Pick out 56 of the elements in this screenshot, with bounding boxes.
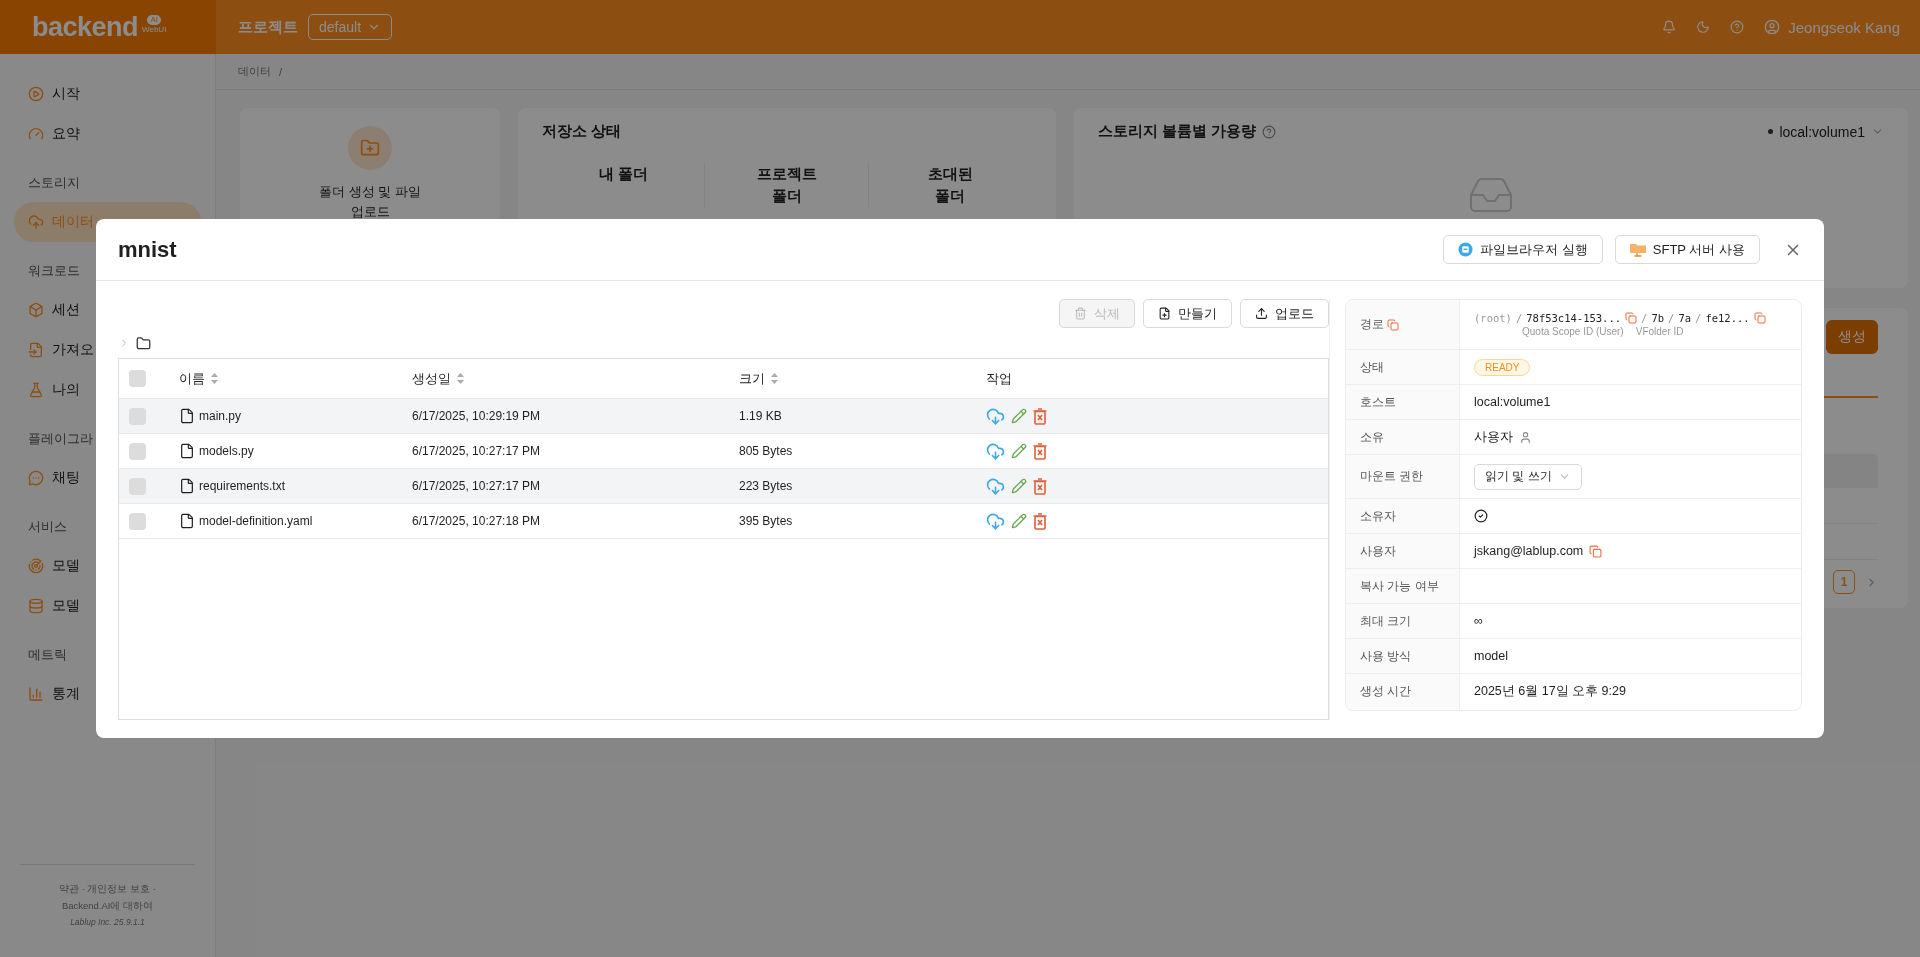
size-cell-text: 223 Bytes [738, 479, 794, 493]
detail-label: 복사 가능 여부 [1360, 577, 1439, 595]
created-cell-text: 6/17/2025, 10:27:17 PM [411, 444, 542, 458]
size-cell-text: 1.19 KB [738, 409, 783, 423]
project-label: 프로젝트 [238, 17, 298, 37]
status-badge: READY [1474, 358, 1531, 376]
sidebar-section-title: 메트릭 [28, 647, 67, 664]
path-caption: VFolder ID [1635, 326, 1684, 337]
created-cell-text: 6/17/2025, 10:27:18 PM [411, 514, 542, 528]
detail-value: jskang@lablup.com [1474, 544, 1584, 558]
detail-label: 호스트 [1360, 393, 1396, 411]
detail-value: local:volume1 [1474, 395, 1551, 409]
detail-value: ∞ [1474, 614, 1483, 628]
stat-heading: 내 폴더 [542, 163, 706, 207]
path-id-text: 7b [1651, 312, 1665, 324]
card-title: 스토리지 볼륨별 가용량 [1098, 122, 1257, 141]
path-caption: Quota Scope ID (User) [1522, 326, 1624, 337]
create-label: 폴더 생성 및 파일 업로드 [318, 183, 422, 221]
detail-label: 생성 시간 [1360, 683, 1412, 700]
created-cell-text: 6/17/2025, 10:27:17 PM [411, 479, 542, 493]
path-id-text: fe12... [1705, 312, 1750, 324]
sidebar-section-title: 플레이그라 [28, 431, 93, 448]
detail-value: 사용자 [1474, 428, 1513, 446]
path-separator: / [1668, 312, 1675, 324]
column-header: 이름 [179, 369, 205, 388]
detail-value: model [1474, 649, 1509, 663]
card-title: 저장소 상태 [542, 122, 622, 139]
path-root-text: (root) [1474, 312, 1512, 324]
column-header: 생성일 [412, 369, 451, 388]
detail-label: 사용자 [1360, 542, 1396, 560]
detail-label: 소유자 [1360, 507, 1396, 525]
company-version: Lablup Inc. 25.9.1.1 [70, 917, 145, 927]
size-cell-text: 395 Bytes [738, 514, 794, 528]
column-header: 크기 [739, 369, 765, 388]
detail-label: 최대 크기 [1360, 612, 1412, 630]
path-separator: / [1695, 312, 1702, 324]
path-separator: / [1641, 312, 1648, 324]
size-cell-text: 805 Bytes [738, 444, 794, 458]
detail-label: 사용 방식 [1360, 647, 1412, 665]
breadcrumb-separator: / [279, 65, 283, 78]
detail-label: 마운트 권한 [1360, 468, 1424, 485]
sidebar-section-title: 워크로드 [28, 263, 80, 280]
stat-heading: 초대된 폴더 [926, 164, 974, 206]
path-separator: / [1515, 312, 1523, 324]
path-id-text: 7a [1678, 312, 1692, 324]
path-id-text: 78f53c14-153... [1526, 312, 1622, 324]
sidebar-section-title: 스토리지 [28, 175, 80, 192]
detail-label: 경로 [1360, 316, 1384, 333]
stat-heading: 프로젝트 폴더 [705, 163, 869, 207]
sidebar-section-title: 서비스 [28, 519, 67, 536]
detail-value: 2025년 6월 17일 오후 9:29 [1474, 683, 1626, 700]
detail-label: 소유 [1360, 428, 1384, 446]
detail-label: 상태 [1360, 358, 1384, 376]
dialog-title: mnist [118, 236, 177, 263]
created-cell-text: 6/17/2025, 10:29:19 PM [411, 409, 542, 423]
column-header: 작업 [986, 369, 1012, 388]
